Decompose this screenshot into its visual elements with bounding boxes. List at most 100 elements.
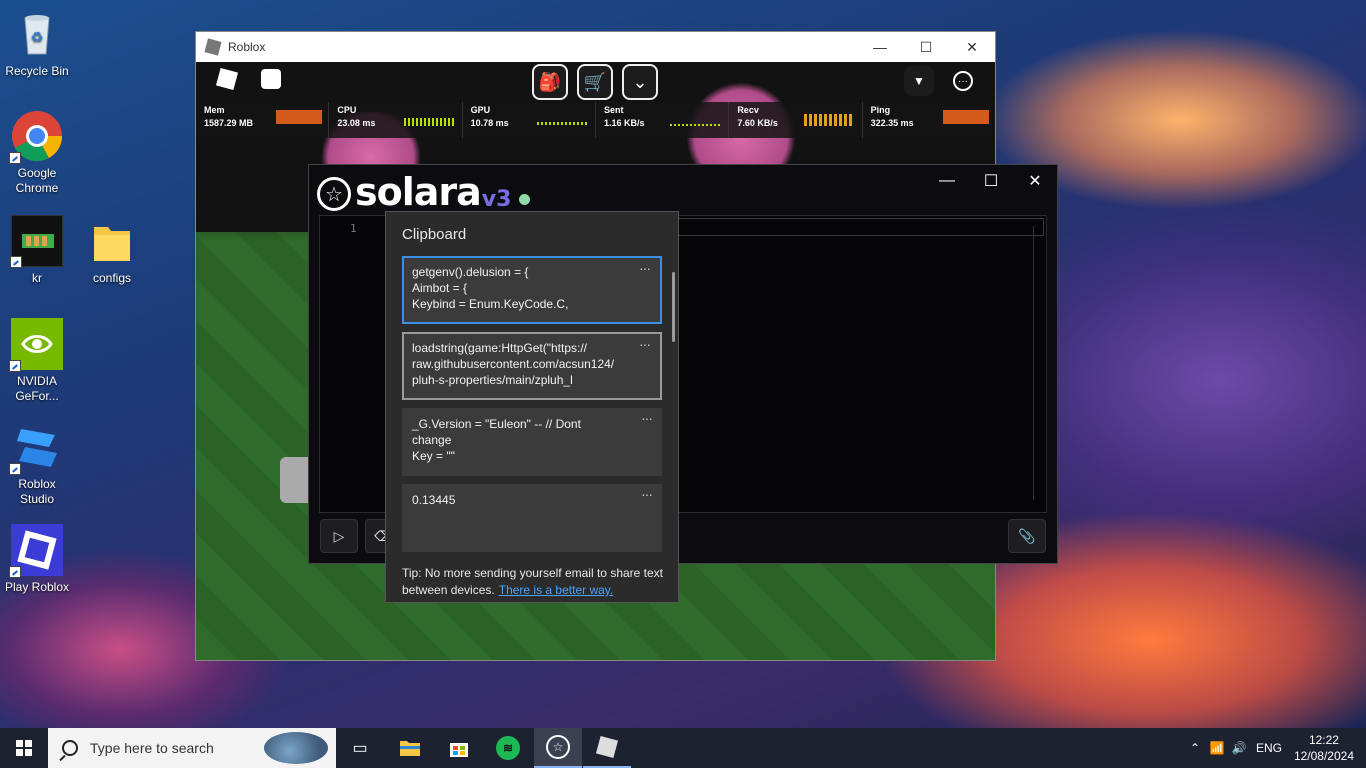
execute-button[interactable]: ▷ [320,519,358,553]
taskbar-search-box[interactable]: Type here to search [48,728,336,768]
close-button[interactable]: ✕ [949,32,995,62]
search-icon [62,740,78,756]
stat-graph [536,122,587,125]
taskbar: Type here to search ▭ ≋ ☆ ⌃ 📶 🔊 ENG 12:2… [0,728,1366,768]
clipboard-scrollbar[interactable] [672,272,675,342]
maximize-button[interactable]: ☐ [903,32,949,62]
maximize-button[interactable]: ☐ [969,165,1013,197]
desktop-icon-kr[interactable]: kr [0,215,74,286]
solara-taskbar-button[interactable]: ☆ [534,728,582,768]
attach-button[interactable]: 📎 [1008,519,1046,553]
shortcut-arrow-icon [9,463,21,475]
folder-icon [86,215,138,267]
tip-link[interactable]: There is a better way. [499,583,614,597]
roblox-logo-icon [215,67,239,91]
stat-graph [670,124,721,126]
clipboard-item[interactable]: loadstring(game:HttpGet("https:// raw.gi… [402,332,662,400]
language-indicator[interactable]: ENG [1256,741,1282,755]
performance-stats: Mem 1587.29 MB CPU 23.08 ms GPU 10.78 ms Se… [196,102,995,138]
caret-down-icon: ▼ [913,74,925,88]
stat-graph [403,118,454,126]
clipboard-item[interactable]: 0.13445 ··· [402,484,662,552]
desktop-icon-configs[interactable]: configs [75,215,149,286]
stat-value: 1.16 KB/s [603,118,645,128]
current-line-highlight [678,218,1044,236]
roblox-player-icon [9,524,63,578]
line-number: 1 [350,222,357,235]
solara-titlebar[interactable]: ☆ solara v3 — ☐ ✕ [309,165,1057,213]
task-view-button[interactable]: ▭ [336,728,384,768]
desktop-icon-recycle-bin[interactable]: ♻ Recycle Bin [0,8,74,79]
desktop-icon-label: NVIDIA GeFor... [15,374,59,403]
stat-label: CPU [337,105,357,115]
solara-app-name: solara [355,170,482,214]
desktop-icon-play-roblox[interactable]: Play Roblox [0,524,74,595]
roblox-titlebar[interactable]: Roblox — ☐ ✕ [196,32,995,62]
stat-ping: Ping 322.35 ms [863,102,995,138]
shop-button[interactable]: 🛒 [577,64,613,100]
clipboard-text: getgenv().delusion = { [412,265,529,279]
clipboard-history-panel[interactable]: Clipboard getgenv().delusion = { Aimbot … [385,211,679,603]
minimize-button[interactable]: — [857,32,903,62]
stat-label: Ping [870,105,891,115]
solara-logo: ☆ solara v3 [317,170,531,214]
desktop-icon-nvidia[interactable]: NVIDIA GeFor... [0,318,74,404]
chat-button[interactable] [256,64,286,94]
stat-bar [942,110,989,124]
volume-icon[interactable]: 🔊 [1228,741,1250,755]
desktop-icon-google-chrome[interactable]: Google Chrome [0,110,74,196]
clipboard-item[interactable]: _G.Version = "Euleon" -- // Dont change … [402,408,662,476]
more-options-icon[interactable]: ··· [641,486,653,502]
roblox-logo-icon [204,38,222,56]
clipboard-text: Aimbot = { [412,281,468,295]
desktop-icon-label: kr [32,271,42,285]
recycle-bin-icon: ♻ [11,8,63,60]
clipboard-text: raw.githubusercontent.com/acsun124/ [412,357,615,371]
windows-logo-icon [16,740,32,756]
stat-mem: Mem 1587.29 MB [196,102,330,138]
roblox-logo-icon [595,735,619,759]
expand-button[interactable]: ⌄ [622,64,658,100]
roblox-taskbar-button[interactable] [583,728,631,768]
minimize-button[interactable]: — [925,165,969,197]
roblox-window-title: Roblox [228,40,266,54]
more-options-button[interactable]: ··· [948,66,978,96]
chat-icon [261,69,281,89]
stat-label: Recv [737,105,759,115]
clipboard-item[interactable]: getgenv().delusion = { Aimbot = { Keybin… [402,256,662,324]
svg-text:♻: ♻ [31,29,44,45]
microsoft-store-button[interactable] [435,728,483,768]
more-options-icon[interactable]: ··· [639,336,651,352]
clock-date: 12/08/2024 [1293,749,1354,763]
star-icon: ☆ [317,177,351,211]
close-button[interactable]: ✕ [1013,165,1057,197]
stat-sent: Sent 1.16 KB/s [596,102,730,138]
more-options-icon[interactable]: ··· [641,410,653,426]
clock[interactable]: 12:22 12/08/2024 [1294,732,1354,764]
spotify-button[interactable]: ≋ [484,728,532,768]
chevron-down-icon: ⌄ [632,71,648,92]
desktop-icon-label: Play Roblox [4,580,70,594]
stat-graph [803,114,854,126]
editor-scrollbar[interactable] [1033,226,1034,500]
stat-label: Mem [204,105,225,115]
more-options-icon[interactable]: ··· [639,260,651,276]
clipboard-text: 0.13445 [412,493,456,507]
desktop-icon-label: Google Chrome [15,166,59,195]
clipboard-text: _G.Version = "Euleon" -- // Dont [412,417,581,431]
file-explorer-button[interactable] [386,728,434,768]
backpack-button[interactable]: 🎒 [532,64,568,100]
task-view-icon: ▭ [352,740,368,757]
clipboard-text: pluh-s-properties/main/zpluh_l [412,373,573,387]
desktop-icon-label: Roblox Studio [18,477,56,506]
dropdown-button[interactable]: ▼ [904,66,934,96]
play-icon: ▷ [333,527,345,544]
desktop-icon-label: configs [92,271,132,285]
show-hidden-icons-button[interactable]: ⌃ [1184,741,1206,755]
backpack-icon: 🎒 [538,71,562,92]
start-button[interactable] [0,728,48,768]
network-icon[interactable]: 📶 [1206,741,1228,755]
ellipsis-circle-icon: ··· [953,71,973,91]
desktop-icon-roblox-studio[interactable]: Roblox Studio [0,421,74,507]
roblox-menu-button[interactable] [212,64,242,94]
